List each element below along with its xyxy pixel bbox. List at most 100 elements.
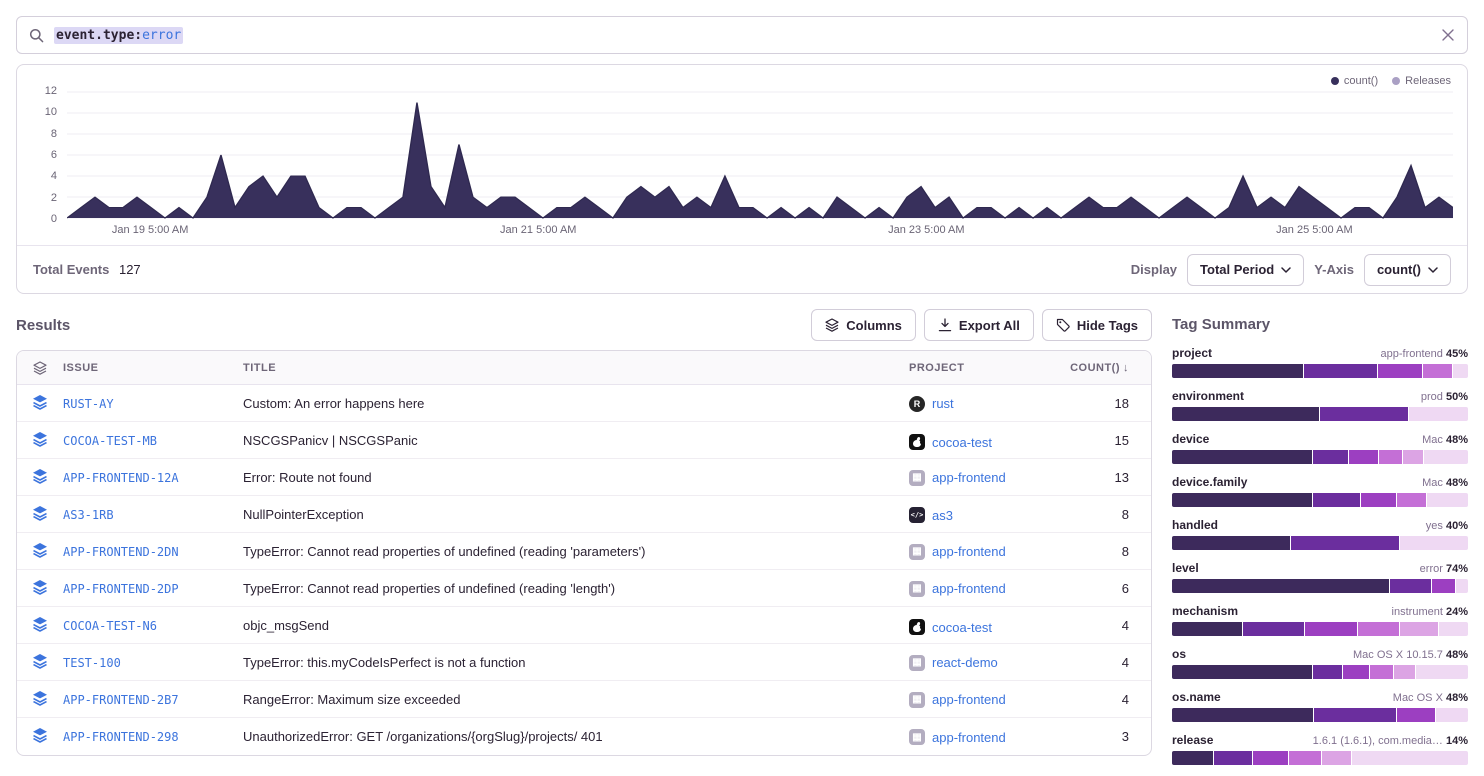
tag-distribution-bar[interactable] — [1172, 493, 1468, 507]
tag-summary-item[interactable]: mechanism instrument 24% — [1172, 604, 1468, 636]
tag-bar-segment[interactable] — [1453, 364, 1468, 378]
tag-summary-item[interactable]: release 1.6.1 (1.6.1), com.media… 14% — [1172, 733, 1468, 765]
table-row[interactable]: APP-FRONTEND-12A Error: Route not found … — [17, 459, 1151, 496]
tag-bar-segment[interactable] — [1304, 364, 1377, 378]
tag-summary-item[interactable]: device.family Mac 48% — [1172, 475, 1468, 507]
tag-bar-segment[interactable] — [1313, 450, 1348, 464]
tag-bar-segment[interactable] — [1403, 450, 1423, 464]
issue-link[interactable]: COCOA-TEST-N6 — [63, 619, 157, 633]
tag-bar-segment[interactable] — [1427, 493, 1468, 507]
tag-bar-segment[interactable] — [1390, 579, 1431, 593]
tag-bar-segment[interactable] — [1172, 579, 1389, 593]
project-link[interactable]: app-frontend — [932, 544, 1006, 559]
header-title[interactable]: TITLE — [243, 351, 909, 385]
tag-summary-item[interactable]: level error 74% — [1172, 561, 1468, 593]
issue-link[interactable]: APP-FRONTEND-2DP — [63, 582, 179, 596]
issue-link[interactable]: COCOA-TEST-MB — [63, 434, 157, 448]
tag-distribution-bar[interactable] — [1172, 364, 1468, 378]
tag-bar-segment[interactable] — [1400, 622, 1438, 636]
tag-distribution-bar[interactable] — [1172, 622, 1468, 636]
tag-bar-segment[interactable] — [1322, 751, 1351, 765]
tag-summary-item[interactable]: os Mac OS X 10.15.7 48% — [1172, 647, 1468, 679]
tag-bar-segment[interactable] — [1397, 493, 1426, 507]
tag-bar-segment[interactable] — [1361, 493, 1396, 507]
tag-bar-segment[interactable] — [1456, 579, 1468, 593]
tag-bar-segment[interactable] — [1172, 450, 1312, 464]
project-link[interactable]: rust — [932, 396, 954, 411]
tag-bar-segment[interactable] — [1423, 364, 1452, 378]
tag-bar-segment[interactable] — [1313, 665, 1342, 679]
tag-bar-segment[interactable] — [1409, 407, 1468, 421]
tag-bar-segment[interactable] — [1253, 751, 1288, 765]
table-row[interactable]: TEST-100 TypeError: this.myCodeIsPerfect… — [17, 644, 1151, 681]
tag-summary-item[interactable]: device Mac 48% — [1172, 432, 1468, 464]
tag-bar-segment[interactable] — [1243, 622, 1304, 636]
table-row[interactable]: APP-FRONTEND-2DP TypeError: Cannot read … — [17, 570, 1151, 607]
project-link[interactable]: app-frontend — [932, 692, 1006, 707]
y-axis-dropdown[interactable]: count() — [1364, 254, 1451, 286]
table-row[interactable]: AS3-1RB NullPointerException </> as3 8 — [17, 496, 1151, 533]
project-link[interactable]: react-demo — [932, 655, 998, 670]
header-issue[interactable]: ISSUE — [63, 351, 243, 385]
tag-summary-item[interactable]: project app-frontend 45% — [1172, 346, 1468, 378]
tag-bar-segment[interactable] — [1313, 493, 1360, 507]
tag-distribution-bar[interactable] — [1172, 407, 1468, 421]
tag-bar-segment[interactable] — [1432, 579, 1455, 593]
issue-link[interactable]: TEST-100 — [63, 656, 121, 670]
issue-link[interactable]: APP-FRONTEND-2B7 — [63, 693, 179, 707]
tag-bar-segment[interactable] — [1289, 751, 1321, 765]
tag-distribution-bar[interactable] — [1172, 665, 1468, 679]
tag-bar-segment[interactable] — [1343, 665, 1369, 679]
clear-search-icon[interactable] — [1441, 28, 1455, 42]
tag-bar-segment[interactable] — [1352, 751, 1468, 765]
display-dropdown[interactable]: Total Period — [1187, 254, 1304, 286]
tag-bar-segment[interactable] — [1436, 708, 1468, 722]
tag-bar-segment[interactable] — [1397, 708, 1435, 722]
tag-bar-segment[interactable] — [1358, 622, 1399, 636]
table-row[interactable]: RUST-AY Custom: An error happens here R … — [17, 385, 1151, 422]
tag-bar-segment[interactable] — [1349, 450, 1378, 464]
tag-bar-segment[interactable] — [1305, 622, 1357, 636]
project-link[interactable]: cocoa-test — [932, 620, 992, 635]
tag-bar-segment[interactable] — [1172, 364, 1303, 378]
tag-bar-segment[interactable] — [1394, 665, 1414, 679]
tag-bar-segment[interactable] — [1424, 450, 1468, 464]
tag-bar-segment[interactable] — [1172, 665, 1312, 679]
columns-button[interactable]: Columns — [811, 309, 916, 341]
search-input[interactable]: event.type:error — [54, 28, 1431, 43]
tag-distribution-bar[interactable] — [1172, 450, 1468, 464]
export-all-button[interactable]: Export All — [924, 309, 1034, 341]
legend-count[interactable]: count() — [1331, 75, 1378, 87]
tag-distribution-bar[interactable] — [1172, 579, 1468, 593]
tag-bar-segment[interactable] — [1291, 536, 1400, 550]
project-link[interactable]: app-frontend — [932, 470, 1006, 485]
tag-bar-segment[interactable] — [1214, 751, 1252, 765]
tag-distribution-bar[interactable] — [1172, 536, 1468, 550]
tag-bar-segment[interactable] — [1314, 708, 1396, 722]
tag-bar-segment[interactable] — [1172, 493, 1312, 507]
table-row[interactable]: COCOA-TEST-MB NSCGSPanicv | NSCGSPanic c… — [17, 422, 1151, 459]
table-row[interactable]: APP-FRONTEND-2B7 RangeError: Maximum siz… — [17, 681, 1151, 718]
tag-bar-segment[interactable] — [1172, 622, 1242, 636]
tag-bar-segment[interactable] — [1400, 536, 1468, 550]
search-token[interactable]: event.type:error — [54, 27, 183, 44]
tag-distribution-bar[interactable] — [1172, 751, 1468, 765]
tag-summary-item[interactable]: os.name Mac OS X 48% — [1172, 690, 1468, 722]
project-link[interactable]: as3 — [932, 508, 953, 523]
table-row[interactable]: APP-FRONTEND-2DN TypeError: Cannot read … — [17, 533, 1151, 570]
tag-bar-segment[interactable] — [1379, 450, 1402, 464]
tag-bar-segment[interactable] — [1172, 751, 1213, 765]
issue-link[interactable]: APP-FRONTEND-12A — [63, 471, 179, 485]
tag-bar-segment[interactable] — [1416, 665, 1468, 679]
project-link[interactable]: app-frontend — [932, 581, 1006, 596]
issue-link[interactable]: RUST-AY — [63, 397, 114, 411]
tag-bar-segment[interactable] — [1320, 407, 1408, 421]
tag-distribution-bar[interactable] — [1172, 708, 1468, 722]
legend-releases[interactable]: Releases — [1392, 75, 1451, 87]
events-area-chart[interactable] — [67, 91, 1453, 219]
tag-summary-item[interactable]: environment prod 50% — [1172, 389, 1468, 421]
tag-bar-segment[interactable] — [1439, 622, 1468, 636]
tag-summary-item[interactable]: handled yes 40% — [1172, 518, 1468, 550]
issue-link[interactable]: AS3-1RB — [63, 508, 114, 522]
search-bar[interactable]: event.type:error — [16, 16, 1468, 54]
